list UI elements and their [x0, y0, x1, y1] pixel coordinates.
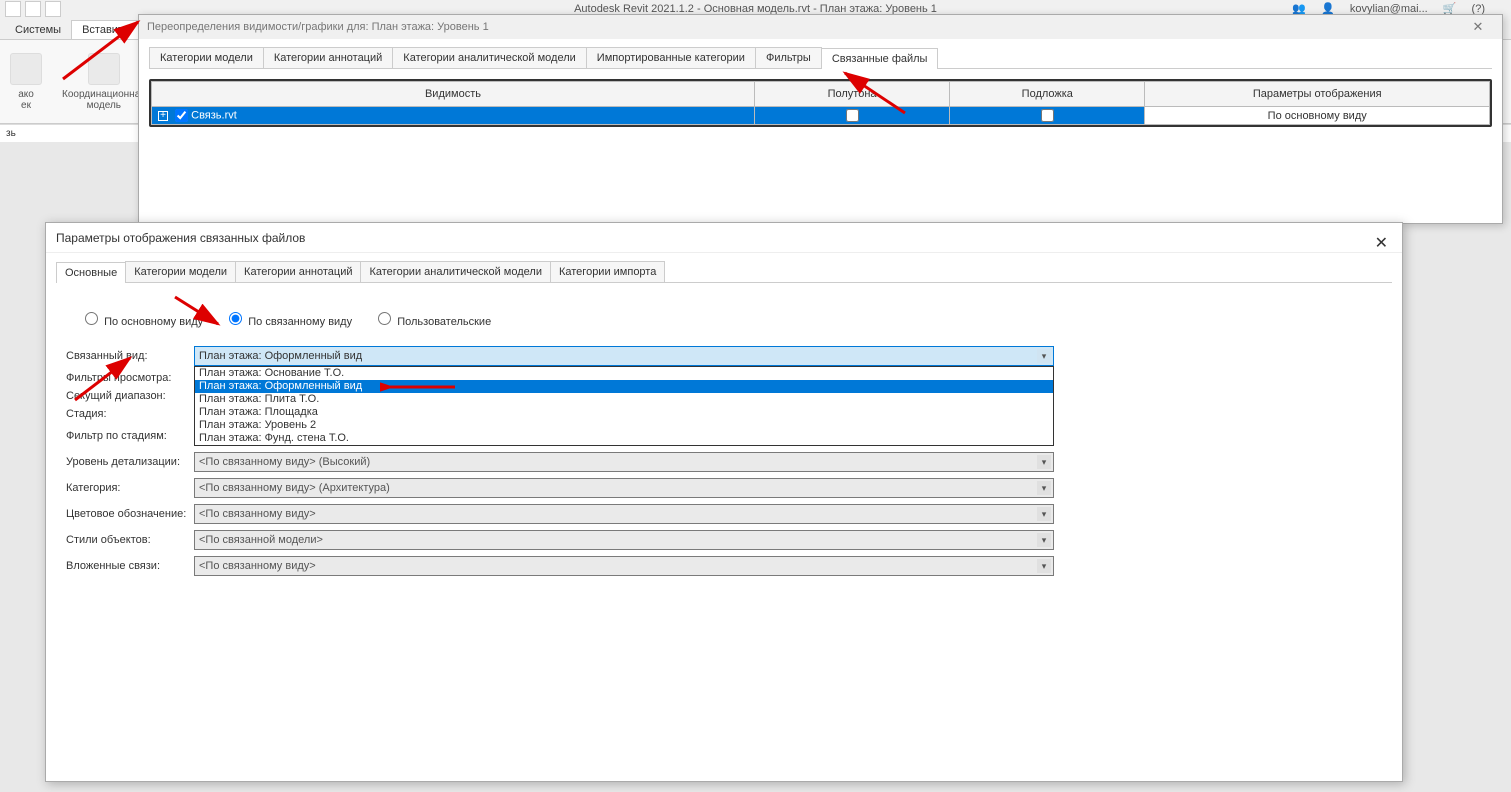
qat-icon[interactable]	[45, 1, 61, 17]
dropdown-option[interactable]: План этажа: Основание Т.О.	[195, 367, 1053, 380]
ribbon-button-label: Координационная модель	[62, 89, 146, 111]
label-linked-view: Связанный вид:	[66, 350, 194, 362]
chevron-down-icon: ▾	[1037, 455, 1051, 469]
label-discipline: Категория:	[66, 482, 194, 494]
ribbon-button-coordination-model[interactable]: Координационная модель	[62, 53, 146, 111]
tab-revit-links[interactable]: Связанные файлы	[821, 48, 939, 69]
visibility-graphics-dialog: Переопределения видимости/графики для: П…	[138, 14, 1503, 224]
table-row[interactable]: + Связь.rvt По основному виду	[152, 107, 1490, 125]
chevron-down-icon: ▾	[1037, 533, 1051, 547]
tab-analytical-categories[interactable]: Категории аналитической модели	[360, 261, 551, 282]
visibility-checkbox[interactable]	[175, 109, 188, 122]
qat-icon[interactable]	[5, 1, 21, 17]
display-settings-cell[interactable]: По основному виду	[1145, 107, 1490, 125]
dropdown-option[interactable]: План этажа: Плита Т.О.	[195, 393, 1053, 406]
chevron-down-icon: ▾	[1037, 559, 1051, 573]
dialog2-titlebar[interactable]: Параметры отображения связанных файлов ✕	[46, 223, 1402, 253]
tab-annotation-categories[interactable]: Категории аннотаций	[263, 47, 393, 68]
underlay-checkbox[interactable]	[1041, 109, 1054, 122]
tab-imported-categories[interactable]: Импортированные категории	[586, 47, 756, 68]
dialog1-titlebar[interactable]: Переопределения видимости/графики для: П…	[139, 15, 1502, 39]
combo-nested-links[interactable]: <По связанному виду>▾	[194, 556, 1054, 576]
label-phase: Стадия:	[66, 408, 194, 420]
label-color-fill: Цветовое обозначение:	[66, 508, 194, 520]
radio-custom[interactable]: Пользовательские	[373, 316, 491, 328]
radio-by-linked-view[interactable]: По связанному виду	[224, 316, 352, 328]
combo-object-styles[interactable]: <По связанной модели>▾	[194, 530, 1054, 550]
ribbon-button-partial[interactable]: ако ек	[10, 53, 42, 111]
tab-annotation-categories[interactable]: Категории аннотаций	[235, 261, 361, 282]
dialog1-close-button[interactable]: ✕	[1458, 15, 1498, 39]
dialog1-title-text: Переопределения видимости/графики для: П…	[147, 21, 489, 33]
dialog2-close-button[interactable]: ✕	[1367, 225, 1396, 263]
col-underlay: Подложка	[950, 82, 1145, 107]
linked-view-dropdown-list: План этажа: Основание Т.О. План этажа: О…	[194, 366, 1054, 446]
display-mode-radios: По основному виду По связанному виду Пол…	[56, 301, 1392, 346]
tab-model-categories[interactable]: Категории модели	[125, 261, 236, 282]
combo-linked-view[interactable]: План этажа: Оформленный вид ▾	[194, 346, 1054, 366]
ribbon-button-label: ако ек	[10, 89, 42, 111]
chevron-down-icon: ▾	[1037, 507, 1051, 521]
link-filename: Связь.rvt	[191, 109, 237, 121]
label-nested-links: Вложенные связи:	[66, 560, 194, 572]
tab-model-categories[interactable]: Категории модели	[149, 47, 264, 68]
combo-color-fill[interactable]: <По связанному виду>▾	[194, 504, 1054, 524]
col-display-settings: Параметры отображения	[1145, 82, 1490, 107]
combo-discipline[interactable]: <По связанному виду> (Архитектура)▾	[194, 478, 1054, 498]
label-view-range: Секущий диапазон:	[66, 390, 194, 402]
dialog2-title-text: Параметры отображения связанных файлов	[56, 231, 305, 245]
row-expander-icon[interactable]: +	[158, 111, 168, 121]
coordination-model-icon	[88, 53, 120, 85]
rvt-link-display-settings-dialog: Параметры отображения связанных файлов ✕…	[45, 222, 1403, 782]
ribbon-tab-insert[interactable]: Вставить	[71, 20, 140, 39]
label-view-filters: Фильтры просмотра:	[66, 372, 194, 384]
dropdown-option[interactable]: План этажа: Оформленный вид	[195, 380, 1053, 393]
tab-import-categories[interactable]: Категории импорта	[550, 261, 665, 282]
dropdown-option[interactable]: План этажа: Фунд. стена Т.О.	[195, 432, 1053, 445]
dropdown-option[interactable]: План этажа: Площадка	[195, 406, 1053, 419]
chevron-down-icon: ▾	[1037, 481, 1051, 495]
chevron-down-icon: ▾	[1037, 349, 1051, 363]
quick-access-toolbar	[5, 1, 61, 17]
col-visibility: Видимость	[152, 82, 755, 107]
label-object-styles: Стили объектов:	[66, 534, 194, 546]
tab-analytical-categories[interactable]: Категории аналитической модели	[392, 47, 587, 68]
label-phase-filter: Фильтр по стадиям:	[66, 430, 194, 442]
ribbon-tab-systems[interactable]: Системы	[5, 21, 71, 39]
tab-filters[interactable]: Фильтры	[755, 47, 822, 68]
dialog1-tabstrip: Категории модели Категории аннотаций Кат…	[149, 47, 1492, 69]
dropdown-option[interactable]: План этажа: Уровень 2	[195, 419, 1053, 432]
halftone-checkbox[interactable]	[846, 109, 859, 122]
combo-detail-level[interactable]: <По связанному виду> (Высокий)▾	[194, 452, 1054, 472]
radio-by-host-view[interactable]: По основному виду	[80, 316, 203, 328]
col-halftone: Полутона	[754, 82, 949, 107]
label-detail-level: Уровень детализации:	[66, 456, 194, 468]
dialog2-tabstrip: Основные Категории модели Категории анно…	[56, 261, 1392, 283]
tab-basics[interactable]: Основные	[56, 262, 126, 283]
link-icon	[10, 53, 42, 85]
qat-icon[interactable]	[25, 1, 41, 17]
